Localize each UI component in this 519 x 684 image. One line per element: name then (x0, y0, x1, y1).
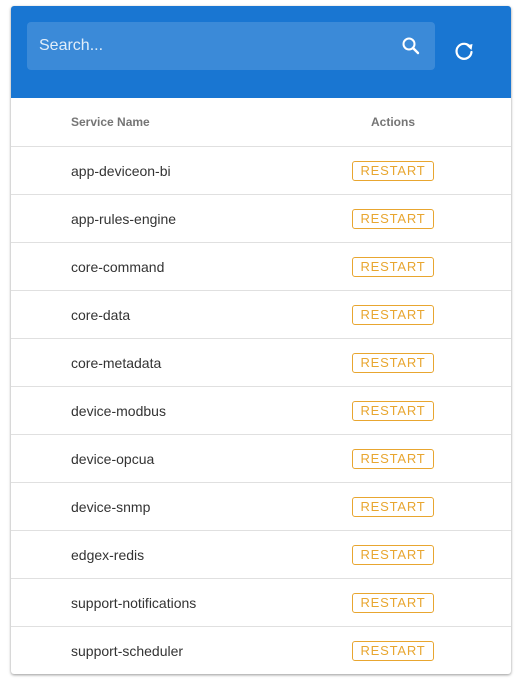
refresh-icon (453, 40, 475, 67)
restart-button[interactable]: RESTART (352, 161, 434, 181)
restart-button[interactable]: RESTART (352, 209, 434, 229)
search-icon[interactable] (401, 36, 421, 56)
table-body: app-deviceon-bi RESTART app-rules-engine… (11, 147, 511, 674)
refresh-button[interactable] (451, 40, 477, 66)
toolbar (11, 6, 511, 98)
service-name: edgex-redis (71, 547, 145, 563)
restart-button[interactable]: RESTART (352, 641, 434, 661)
column-header-service-name: Service Name (71, 115, 150, 129)
restart-button[interactable]: RESTART (352, 257, 434, 277)
restart-button[interactable]: RESTART (352, 593, 434, 613)
service-name: device-opcua (71, 451, 155, 467)
column-header-actions: Actions (370, 115, 415, 129)
service-name: app-deviceon-bi (71, 163, 171, 179)
service-name: support-scheduler (71, 643, 184, 659)
restart-button[interactable]: RESTART (352, 497, 434, 517)
restart-button[interactable]: RESTART (352, 401, 434, 421)
service-name: app-rules-engine (71, 211, 177, 227)
restart-button[interactable]: RESTART (352, 353, 434, 373)
table-header: Service Name Actions (11, 98, 511, 147)
table-row: core-metadata RESTART (11, 339, 511, 387)
restart-button[interactable]: RESTART (352, 449, 434, 469)
services-card: Service Name Actions app-deviceon-bi RES… (11, 6, 511, 674)
table-row: device-snmp RESTART (11, 483, 511, 531)
restart-button[interactable]: RESTART (352, 305, 434, 325)
search-input[interactable] (27, 22, 387, 70)
table-row: device-modbus RESTART (11, 387, 511, 435)
table-row: core-command RESTART (11, 243, 511, 291)
table-row: core-data RESTART (11, 291, 511, 339)
table-row: device-opcua RESTART (11, 435, 511, 483)
search-box[interactable] (27, 22, 435, 70)
service-name: device-snmp (71, 499, 151, 515)
table-row: app-rules-engine RESTART (11, 195, 511, 243)
table-row: support-notifications RESTART (11, 579, 511, 627)
service-name: core-data (71, 307, 131, 323)
service-name: core-command (71, 259, 165, 275)
service-name: device-modbus (71, 403, 166, 419)
table-row: support-scheduler RESTART (11, 627, 511, 674)
table-row: app-deviceon-bi RESTART (11, 147, 511, 195)
service-name: core-metadata (71, 355, 162, 371)
restart-button[interactable]: RESTART (352, 545, 434, 565)
service-name: support-notifications (71, 595, 197, 611)
table-row: edgex-redis RESTART (11, 531, 511, 579)
